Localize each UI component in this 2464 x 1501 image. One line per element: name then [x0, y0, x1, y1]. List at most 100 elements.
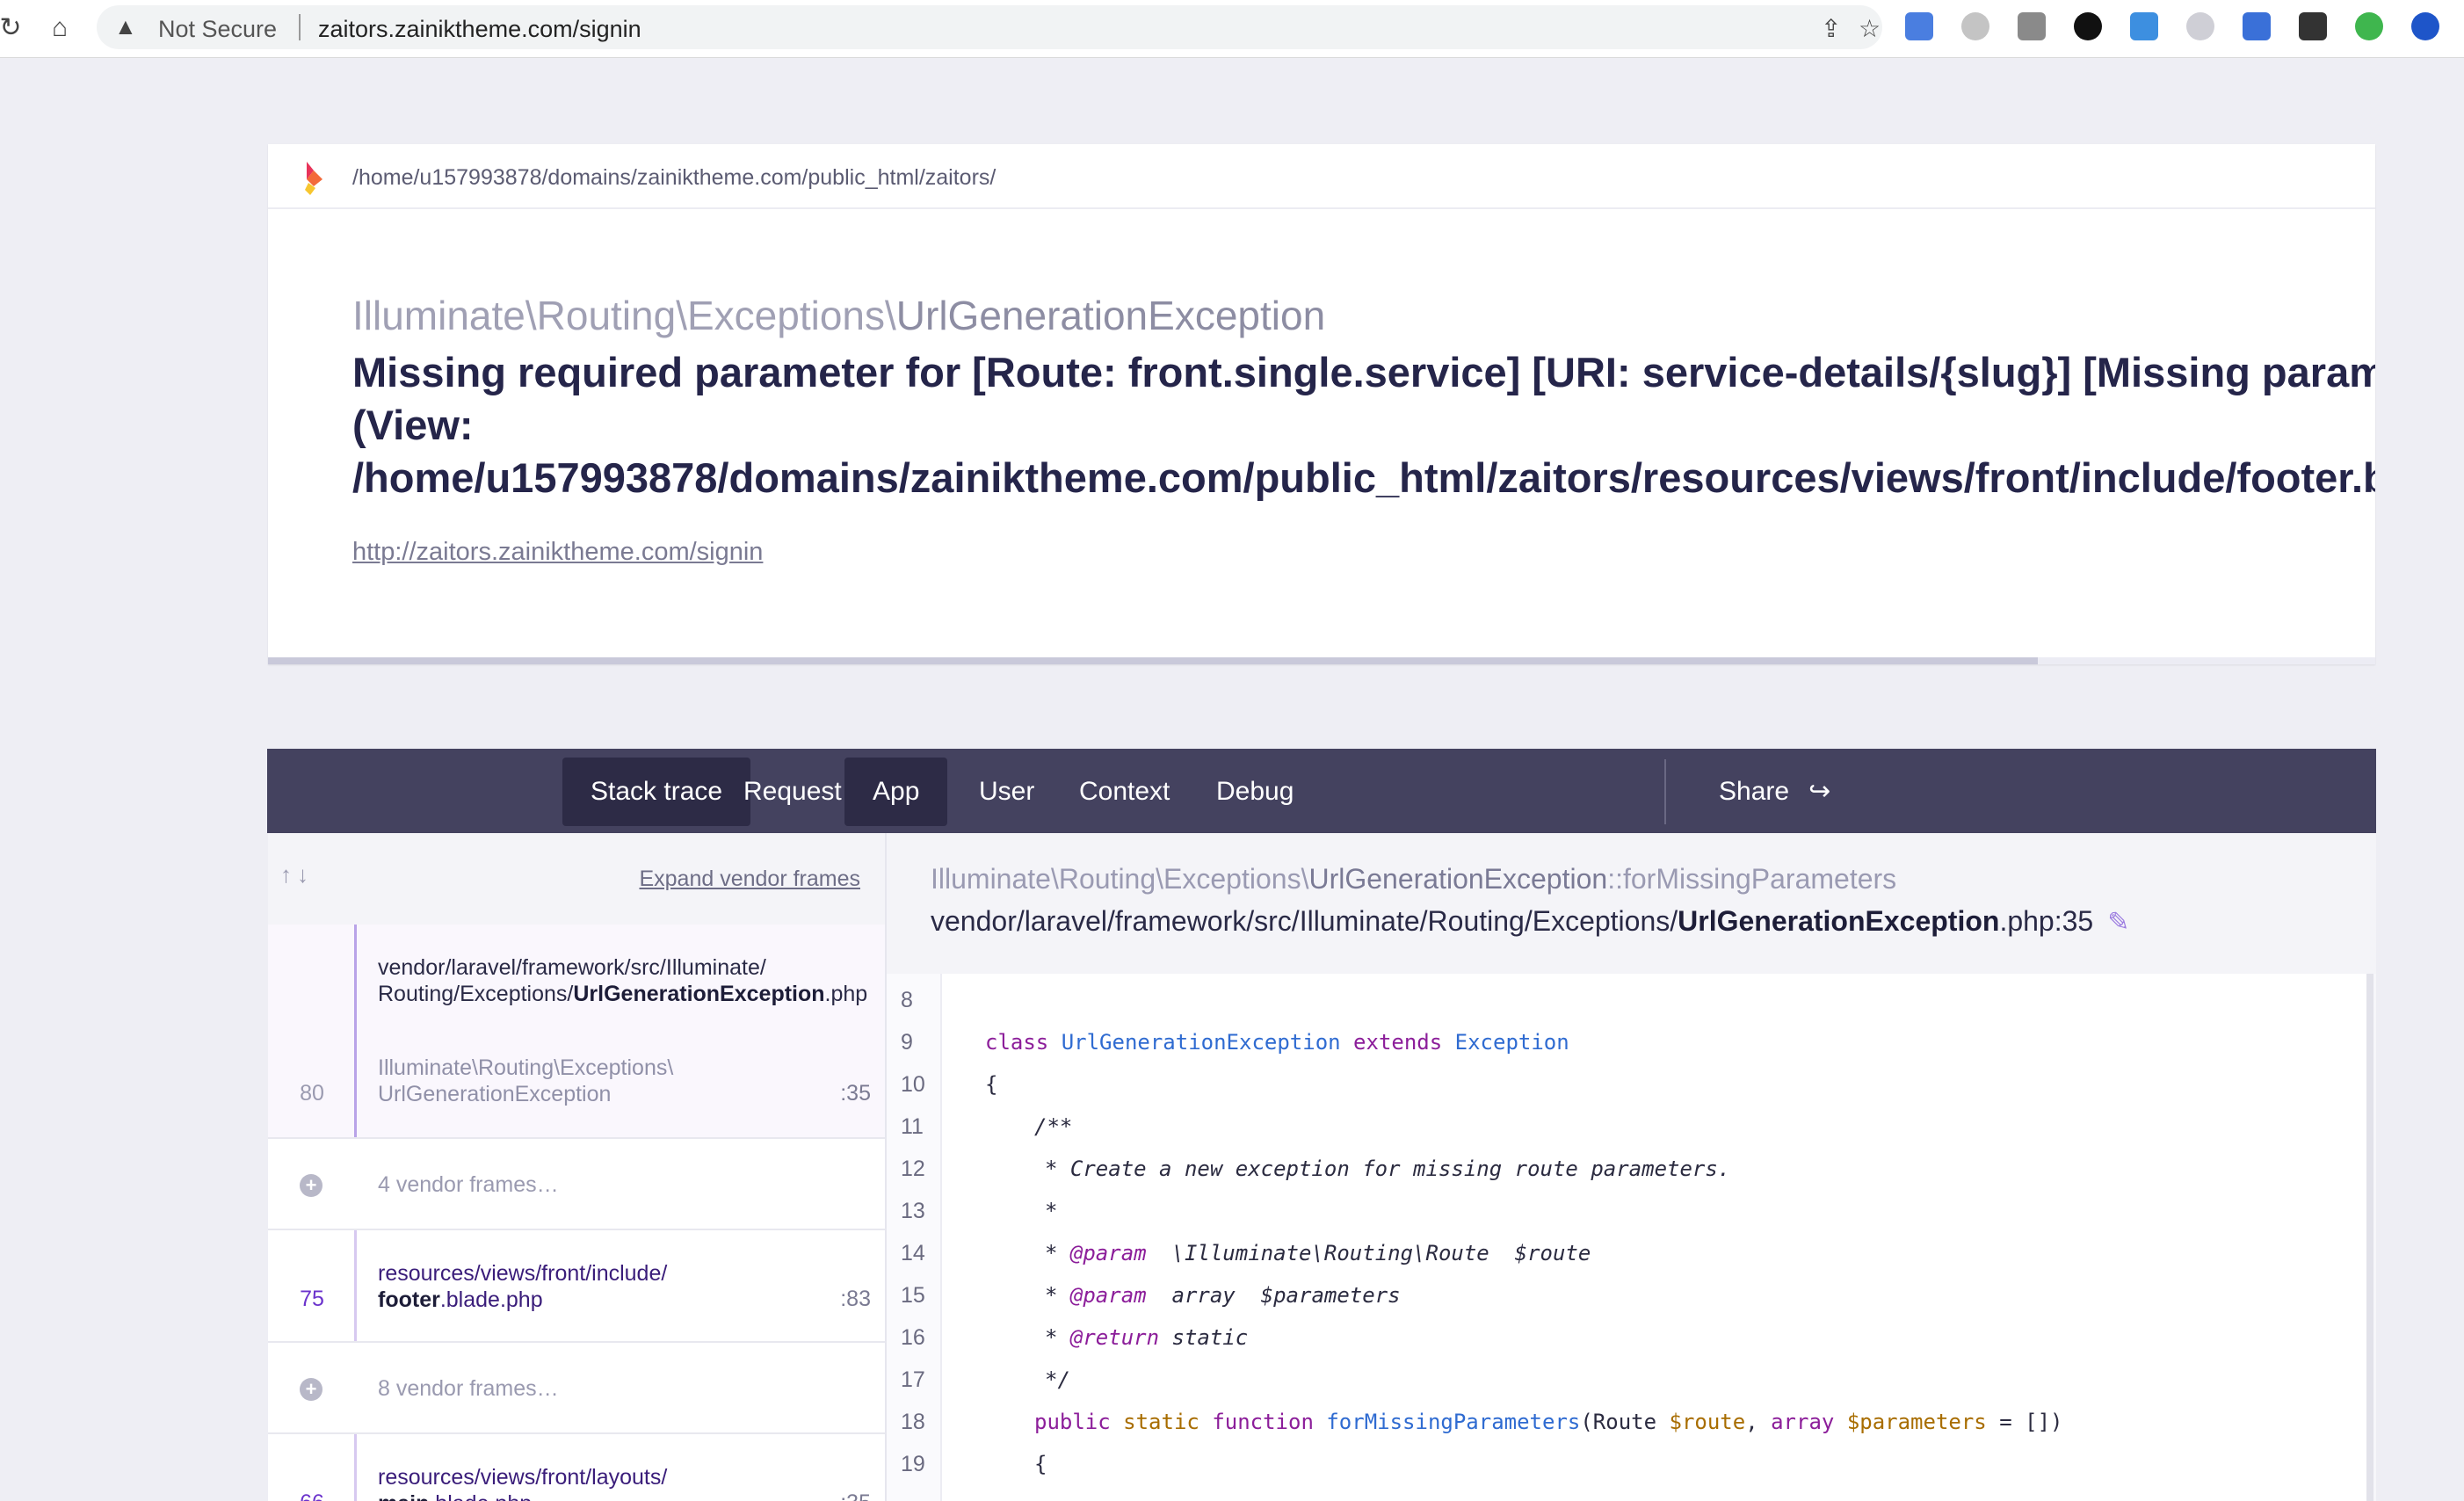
exception-message: Missing required parameter for [Route: f… — [352, 346, 2375, 504]
share-label: Share — [1719, 777, 1790, 806]
url-text[interactable]: zaitors.zainiktheme.com/signin — [318, 16, 641, 43]
code-line[interactable]: 13 * — [887, 1190, 2366, 1232]
share-arrow-icon: ↪ — [1808, 777, 1831, 806]
screen-extension-icon[interactable] — [2243, 12, 2271, 40]
bookmark-star-icon[interactable]: ☆ — [1859, 14, 1881, 43]
line-number: 13 — [901, 1199, 925, 1223]
exception-message-line: Missing required parameter for [Route: f… — [352, 349, 2375, 395]
code-line[interactable]: 10 { — [887, 1063, 2366, 1106]
expand-vendor-frames-link[interactable]: Expand vendor frames — [639, 867, 860, 892]
code-extension-icon[interactable] — [2018, 12, 2046, 40]
code-text: * @param \Illuminate\Routing\Route $rout… — [1045, 1241, 1591, 1265]
frame-file: resources/views/front/layouts/main.blade… — [378, 1464, 835, 1501]
tab-bar: Stack trace Request App User Context Deb… — [267, 749, 2376, 833]
stack-frames-header: ↑↓ Expand vendor frames — [268, 833, 885, 925]
code-text: public static function forMissingParamet… — [1034, 1410, 2063, 1434]
frame-file-location: vendor/laravel/framework/src/Illuminate/… — [931, 905, 2129, 938]
download-extension-icon[interactable] — [2299, 12, 2327, 40]
frame-file-dir: vendor/laravel/framework/src/Illuminate/… — [931, 905, 1678, 937]
share-page-icon[interactable]: ⇪ — [1821, 14, 1841, 43]
stack-frames-panel: ↑↓ Expand vendor frames 80 vendor/larave… — [268, 833, 887, 1501]
vendor-frames-label: 4 vendor frames… — [378, 1172, 559, 1197]
frame-class: Illuminate\Routing\Exceptions\ UrlGenerat… — [378, 1055, 747, 1107]
code-text: * Create a new exception for missing rou… — [1045, 1157, 1731, 1181]
code-text: */ — [1045, 1367, 1070, 1392]
frame-class-line: UrlGenerationException — [378, 1082, 612, 1106]
edit-pencil-icon[interactable]: ✎ — [2107, 907, 2129, 938]
tab-divider — [1664, 759, 1666, 824]
horizontal-scrollbar[interactable] — [268, 657, 2375, 664]
profile-avatar[interactable] — [2411, 12, 2439, 40]
line-number: 8 — [901, 988, 913, 1012]
reload-icon[interactable]: ↻ — [0, 12, 26, 44]
frame-file-path: resources/views/front/layouts/ — [378, 1465, 668, 1490]
scrollbar-thumb[interactable] — [268, 657, 2039, 664]
frame-method-namespace: Illuminate\Routing\Exceptions\ — [931, 863, 1309, 895]
line-number: 14 — [901, 1241, 925, 1265]
code-line[interactable]: 17 */ — [887, 1359, 2366, 1401]
tab-debug[interactable]: Debug — [1188, 758, 1322, 826]
code-text: { — [1034, 1452, 1047, 1476]
frame-file-basename: UrlGenerationException — [1678, 905, 2000, 937]
exception-namespace: Illuminate\Routing\Exceptions\ — [352, 293, 896, 338]
line-number: 10 — [901, 1072, 925, 1097]
code-line[interactable]: 16 * @return static — [887, 1316, 2366, 1359]
code-line[interactable]: 15 * @param array $parameters — [887, 1274, 2366, 1316]
code-text: * @param array $parameters — [1045, 1283, 1401, 1308]
frame-indicator — [354, 1230, 357, 1341]
frame-file-name: main — [378, 1491, 429, 1501]
stack-frame[interactable]: 80 vendor/laravel/framework/src/Illumina… — [268, 925, 885, 1139]
tab-user[interactable]: User — [951, 758, 1062, 826]
code-line[interactable]: 18 public static function forMissingParam… — [887, 1401, 2366, 1443]
exception-header-card: /home/u157993878/domains/zainiktheme.com… — [268, 144, 2375, 664]
address-bar[interactable]: ▲ Not Secure zaitors.zainiktheme.com/sig… — [97, 5, 1882, 49]
line-number: 12 — [901, 1157, 925, 1181]
translate-extension-icon[interactable] — [1905, 12, 1933, 40]
frame-file: vendor/laravel/framework/src/Illuminate/… — [378, 954, 867, 1007]
frame-file-ext: .blade.php — [439, 1287, 543, 1312]
frame-number: 80 — [300, 1081, 324, 1106]
frame-nav-arrows-icon[interactable]: ↑↓ — [280, 861, 314, 888]
code-line[interactable]: 12 * Create a new exception for missing r… — [887, 1148, 2366, 1190]
exception-message-line: (View: — [352, 402, 474, 448]
frame-line-number: :35 — [840, 1490, 871, 1501]
link-extension-icon[interactable] — [2186, 12, 2214, 40]
line-number: 9 — [901, 1030, 913, 1055]
vendor-frames-group[interactable]: + 8 vendor frames… — [268, 1343, 885, 1434]
line-number: 15 — [901, 1283, 925, 1308]
code-line[interactable]: 9 class UrlGenerationException extends Ex… — [887, 1021, 2366, 1063]
frame-number: 66 — [268, 1490, 356, 1501]
exception-class: Illuminate\Routing\Exceptions\UrlGenerat… — [352, 292, 1325, 339]
frame-method-name: ::forMissingParameters — [1607, 863, 1897, 895]
warning-icon: ▲ — [114, 13, 137, 40]
vendor-frames-group[interactable]: + 4 vendor frames… — [268, 1139, 885, 1230]
stack-frame[interactable]: 66 resources/views/front/layouts/main.bl… — [268, 1434, 885, 1501]
plus-extension-icon[interactable] — [2355, 12, 2383, 40]
frame-class-line: Illuminate\Routing\Exceptions\ — [378, 1055, 674, 1080]
frame-file-line: .php:35 — [1999, 905, 2094, 937]
code-line[interactable]: 8 — [887, 979, 2366, 1021]
code-line[interactable]: 14 * @param \Illuminate\Routing\Route $ro… — [887, 1232, 2366, 1274]
stack-frame[interactable]: 75 resources/views/front/include/footer.… — [268, 1230, 885, 1343]
plus-icon: + — [300, 1174, 322, 1197]
code-line[interactable]: 19 { — [887, 1443, 2366, 1485]
bird-extension-icon[interactable] — [2130, 12, 2158, 40]
frame-file: resources/views/front/include/footer.bla… — [378, 1260, 835, 1313]
extension-icon[interactable] — [1961, 12, 1989, 40]
frame-line-number: :35 — [840, 1081, 871, 1106]
line-number: 19 — [901, 1452, 925, 1476]
home-icon[interactable]: ⌂ — [44, 12, 76, 44]
browser-toolbar: ↻ ⌂ ▲ Not Secure zaitors.zainiktheme.com… — [0, 0, 2464, 58]
tab-app[interactable]: App — [844, 758, 948, 826]
request-url-link[interactable]: http://zaitors.zainiktheme.com/signin — [352, 538, 763, 567]
code-line[interactable]: 11 /** — [887, 1106, 2366, 1148]
code-text: { — [985, 1072, 998, 1097]
tab-context[interactable]: Context — [1051, 758, 1198, 826]
share-button[interactable]: Share ↪ — [1691, 758, 1859, 826]
security-label[interactable]: Not Secure — [158, 16, 277, 43]
line-number: 11 — [901, 1114, 924, 1139]
ghost-extension-icon[interactable] — [2074, 12, 2102, 40]
line-number: 18 — [901, 1410, 925, 1434]
plus-icon: + — [300, 1378, 322, 1401]
frame-number: 75 — [300, 1287, 324, 1311]
